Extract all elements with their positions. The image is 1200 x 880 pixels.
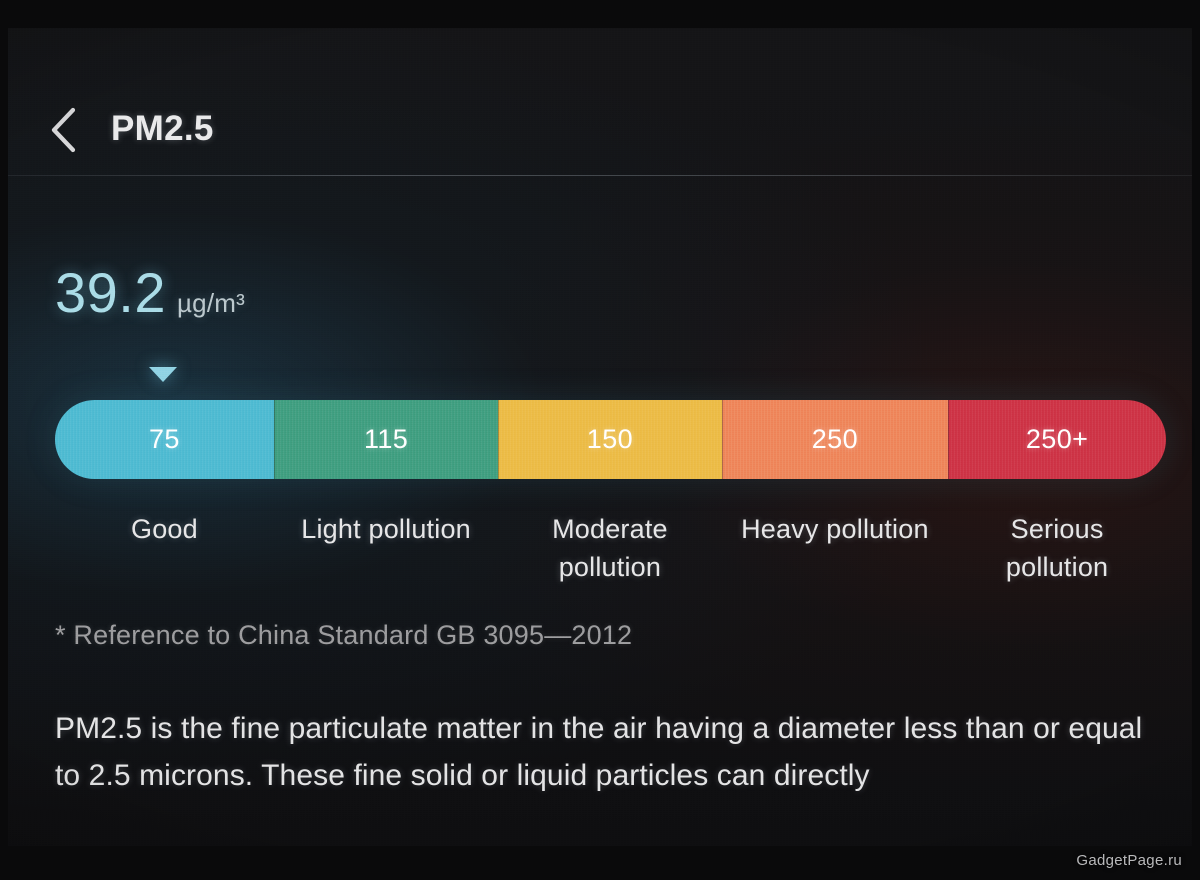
photo-frame: PM2.5 39.2 µg/m³ 75 115 150 250 250+ Good Lig… (0, 0, 1200, 880)
scale-threshold-label: 75 (149, 424, 180, 454)
triangle-down-marker-icon (147, 365, 179, 384)
pm25-description: PM2.5 is the fine particulate matter in … (55, 712, 1143, 792)
reading-unit: µg/m³ (177, 288, 245, 318)
reading-value: 39.2 (55, 261, 166, 324)
scale-caption: Good (55, 500, 274, 586)
scale-threshold-label: 250+ (1025, 424, 1089, 454)
scale-caption-label: Light pollution (301, 514, 471, 544)
scale-threshold-label: 150 (586, 424, 634, 454)
back-button[interactable] (46, 106, 80, 154)
scale-threshold-label: 250 (811, 424, 859, 454)
scale-threshold-label: 115 (363, 424, 409, 454)
current-reading: 39.2 µg/m³ (55, 260, 245, 325)
scale-segment: 75 (55, 400, 274, 479)
scale-caption-label: Good (131, 514, 198, 544)
scale-caption-label: Moderate pollution (552, 514, 668, 583)
scale-caption: Heavy pollution (722, 500, 949, 586)
scale-segment: 250 (721, 400, 949, 479)
scale-segment: 250+ (948, 400, 1166, 479)
scale-caption-label: Heavy pollution (741, 514, 929, 544)
header-divider (8, 175, 1192, 176)
scale-caption: Light pollution (274, 500, 498, 586)
scale-caption-label: Serious pollution (1005, 514, 1109, 583)
standard-reference-note: * Reference to China Standard GB 3095—20… (55, 620, 633, 650)
header-bar: PM2.5 (8, 28, 1192, 176)
scale-caption: Moderate pollution (498, 500, 721, 586)
page-title: PM2.5 (111, 109, 214, 148)
pollution-scale-captions: Good Light pollution Moderate pollution Hea… (55, 500, 1166, 586)
pollution-scale-bar: 75 115 150 250 250+ (55, 400, 1166, 479)
chevron-left-icon (46, 106, 80, 154)
watermark: GadgetPage.ru (1076, 852, 1182, 869)
scale-caption: Serious pollution (948, 500, 1166, 586)
scale-segment: 150 (498, 400, 722, 479)
device-screen: PM2.5 39.2 µg/m³ 75 115 150 250 250+ Good Lig… (8, 28, 1192, 846)
scale-segment: 115 (273, 400, 499, 479)
